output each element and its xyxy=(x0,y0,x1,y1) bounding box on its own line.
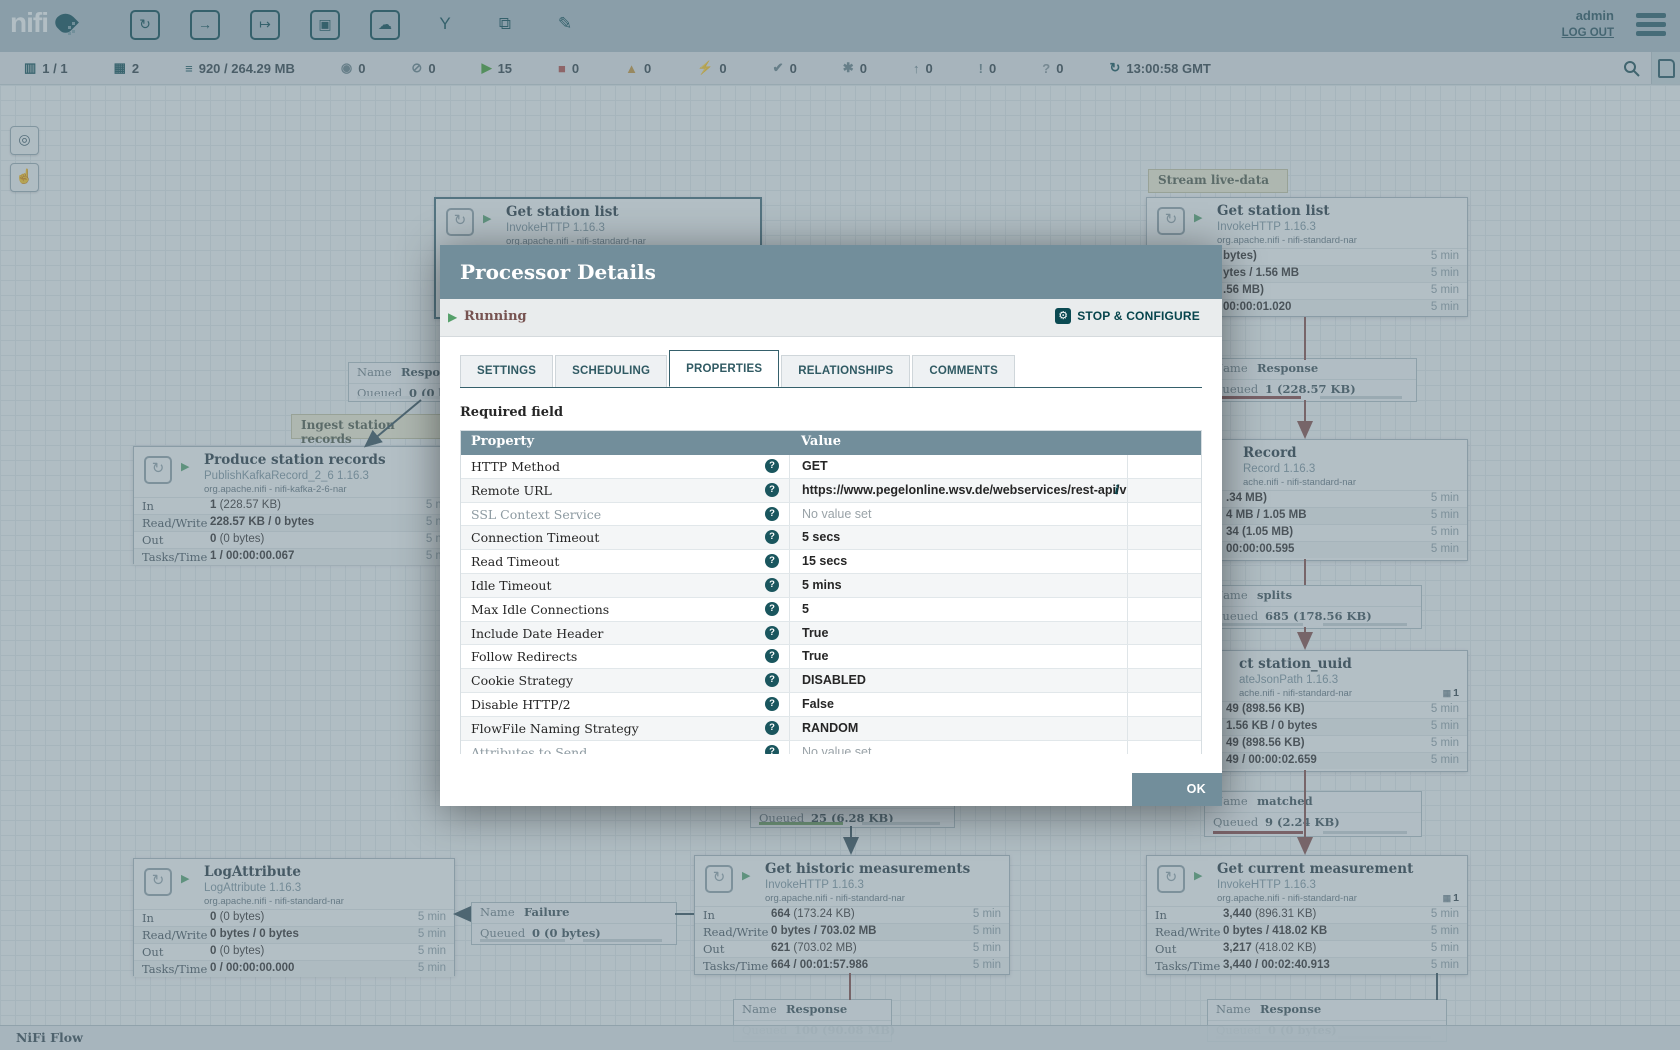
property-value: True xyxy=(789,645,1127,668)
tab-relationships[interactable]: RELATIONSHIPS xyxy=(781,355,910,387)
tab-scheduling[interactable]: SCHEDULING xyxy=(555,355,667,387)
property-row: Connection Timeout ? 5 secs xyxy=(461,526,1201,550)
row-spacer xyxy=(1127,550,1201,573)
tab-comments[interactable]: COMMENTS xyxy=(912,355,1015,387)
row-spacer xyxy=(1127,503,1201,526)
property-name: Idle Timeout ? xyxy=(461,574,789,597)
property-row: HTTP Method ? GET xyxy=(461,455,1201,479)
property-row: Include Date Header ? True xyxy=(461,622,1201,646)
property-row: Max Idle Connections ? 5 xyxy=(461,598,1201,622)
row-spacer xyxy=(1127,455,1201,478)
property-name: Disable HTTP/2 ? xyxy=(461,693,789,716)
stop-and-configure-label: STOP & CONFIGURE xyxy=(1077,309,1200,323)
help-icon[interactable]: ? xyxy=(765,626,779,640)
help-icon[interactable]: ? xyxy=(765,578,779,592)
tab-properties[interactable]: PROPERTIES xyxy=(669,350,779,387)
property-value: No value set xyxy=(789,503,1127,526)
help-icon[interactable]: ? xyxy=(765,483,779,497)
property-row: FlowFile Naming Strategy ? RANDOM xyxy=(461,717,1201,741)
help-icon[interactable]: ? xyxy=(765,459,779,473)
help-icon[interactable]: ? xyxy=(765,530,779,544)
property-name: FlowFile Naming Strategy ? xyxy=(461,717,789,740)
property-value: True xyxy=(789,622,1127,645)
property-row: Remote URL ? https://www.pegelonline.wsv… xyxy=(461,479,1201,503)
property-value: 5 xyxy=(789,598,1127,621)
property-value: 5 secs xyxy=(789,526,1127,549)
tab-settings[interactable]: SETTINGS xyxy=(460,355,553,387)
property-row: Attributes to Send ? No value set xyxy=(461,741,1201,754)
gear-icon: ⚙ xyxy=(1055,308,1071,324)
property-column-header: Property xyxy=(461,431,789,455)
property-name: Max Idle Connections ? xyxy=(461,598,789,621)
row-spacer xyxy=(1127,526,1201,549)
help-icon[interactable]: ? xyxy=(765,673,779,687)
property-value: 5 mins xyxy=(789,574,1127,597)
property-row: Cookie Strategy ? DISABLED xyxy=(461,669,1201,693)
property-row: Idle Timeout ? 5 mins xyxy=(461,574,1201,598)
property-name: Connection Timeout ? xyxy=(461,526,789,549)
property-value: RANDOM xyxy=(789,717,1127,740)
help-icon[interactable]: ? xyxy=(765,649,779,663)
row-spacer xyxy=(1127,598,1201,621)
property-row: Follow Redirects ? True xyxy=(461,645,1201,669)
row-spacer xyxy=(1127,574,1201,597)
info-icon: i xyxy=(1114,483,1119,497)
dialog-title: Processor Details xyxy=(460,260,656,284)
value-column-header: Value xyxy=(789,431,1201,455)
property-name: Cookie Strategy ? xyxy=(461,669,789,692)
row-spacer xyxy=(1127,717,1201,740)
property-value: GET xyxy=(789,455,1127,478)
row-spacer xyxy=(1127,741,1201,754)
property-name: Attributes to Send ? xyxy=(461,741,789,754)
property-value: DISABLED xyxy=(789,669,1127,692)
help-icon[interactable]: ? xyxy=(765,721,779,735)
required-field-note: Required field xyxy=(460,405,1202,420)
help-icon[interactable]: ? xyxy=(765,602,779,616)
dialog-status-strip: ▶ Running ⚙ STOP & CONFIGURE xyxy=(440,299,1222,337)
property-name: SSL Context Service ? xyxy=(461,503,789,526)
row-spacer xyxy=(1127,669,1201,692)
dialog-header: Processor Details xyxy=(440,245,1222,299)
property-name: Include Date Header ? xyxy=(461,622,789,645)
property-name: Follow Redirects ? xyxy=(461,645,789,668)
property-value: False xyxy=(789,693,1127,716)
ok-button[interactable]: OK xyxy=(1132,773,1222,806)
stop-and-configure-button[interactable]: ⚙ STOP & CONFIGURE xyxy=(1055,308,1200,324)
property-name: HTTP Method ? xyxy=(461,455,789,478)
properties-table: Property Value HTTP Method ? GET Remote … xyxy=(460,430,1202,754)
row-spacer xyxy=(1127,645,1201,668)
property-name: Read Timeout ? xyxy=(461,550,789,573)
run-status-text: Running xyxy=(464,309,527,324)
property-row: Read Timeout ? 15 secs xyxy=(461,550,1201,574)
property-value: No value set xyxy=(789,741,1127,754)
running-icon: ▶ xyxy=(448,310,457,324)
row-spacer xyxy=(1127,479,1201,502)
property-name: Remote URL ? xyxy=(461,479,789,502)
help-icon[interactable]: ? xyxy=(765,507,779,521)
row-spacer xyxy=(1127,693,1201,716)
processor-details-dialog: Processor Details ▶ Running ⚙ STOP & CON… xyxy=(440,245,1222,806)
property-row: Disable HTTP/2 ? False xyxy=(461,693,1201,717)
property-row: SSL Context Service ? No value set xyxy=(461,503,1201,527)
help-icon[interactable]: ? xyxy=(765,554,779,568)
property-value: 15 secs xyxy=(789,550,1127,573)
help-icon[interactable]: ? xyxy=(765,697,779,711)
help-icon[interactable]: ? xyxy=(765,745,779,754)
row-spacer xyxy=(1127,622,1201,645)
property-value: https://www.pegelonline.wsv.de/webservic… xyxy=(789,479,1127,502)
dialog-tabs: SETTINGSSCHEDULINGPROPERTIESRELATIONSHIP… xyxy=(460,350,1202,388)
